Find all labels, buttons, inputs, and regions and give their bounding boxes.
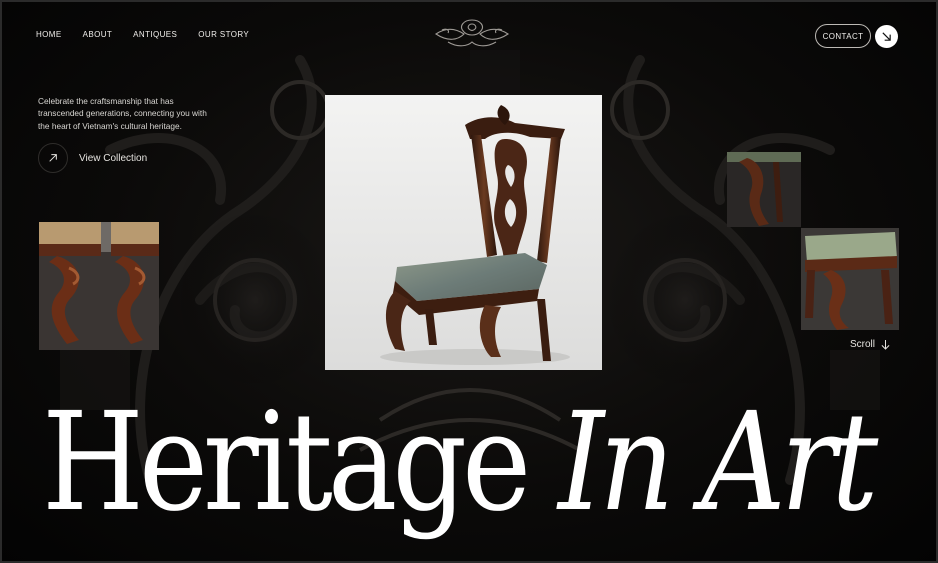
- upholstered-chair-legs-image: [801, 228, 899, 330]
- ornamental-crest-icon[interactable]: [428, 16, 516, 52]
- contact-button[interactable]: CONTACT: [815, 24, 871, 48]
- main-nav: HOME ABOUT ANTIQUES OUR STORY: [36, 30, 249, 39]
- arrow-down-right-icon: [882, 32, 891, 41]
- arrow-down-icon: [881, 340, 890, 350]
- view-collection-icon-circle: [38, 143, 68, 173]
- view-collection-link[interactable]: View Collection: [38, 143, 147, 173]
- carved-chair-legs-image: [39, 222, 159, 350]
- headline-regular: Heritage: [42, 384, 531, 542]
- scroll-indicator[interactable]: Scroll: [850, 339, 890, 350]
- antique-carved-chair-image: [325, 95, 602, 370]
- hero-headline: Heritage In Art: [42, 388, 878, 538]
- nav-about[interactable]: ABOUT: [83, 30, 113, 39]
- nav-our-story[interactable]: OUR STORY: [198, 30, 249, 39]
- headline-italic: In Art: [558, 384, 878, 542]
- carved-leg-detail-image: [727, 152, 801, 227]
- view-collection-label: View Collection: [79, 152, 148, 164]
- contact-arrow-button[interactable]: [875, 25, 898, 48]
- nav-antiques[interactable]: ANTIQUES: [133, 30, 177, 39]
- arrow-up-right-icon: [49, 154, 57, 162]
- nav-home[interactable]: HOME: [36, 30, 62, 39]
- intro-text: Celebrate the craftsmanship that has tra…: [38, 96, 207, 131]
- scroll-label: Scroll: [850, 339, 876, 350]
